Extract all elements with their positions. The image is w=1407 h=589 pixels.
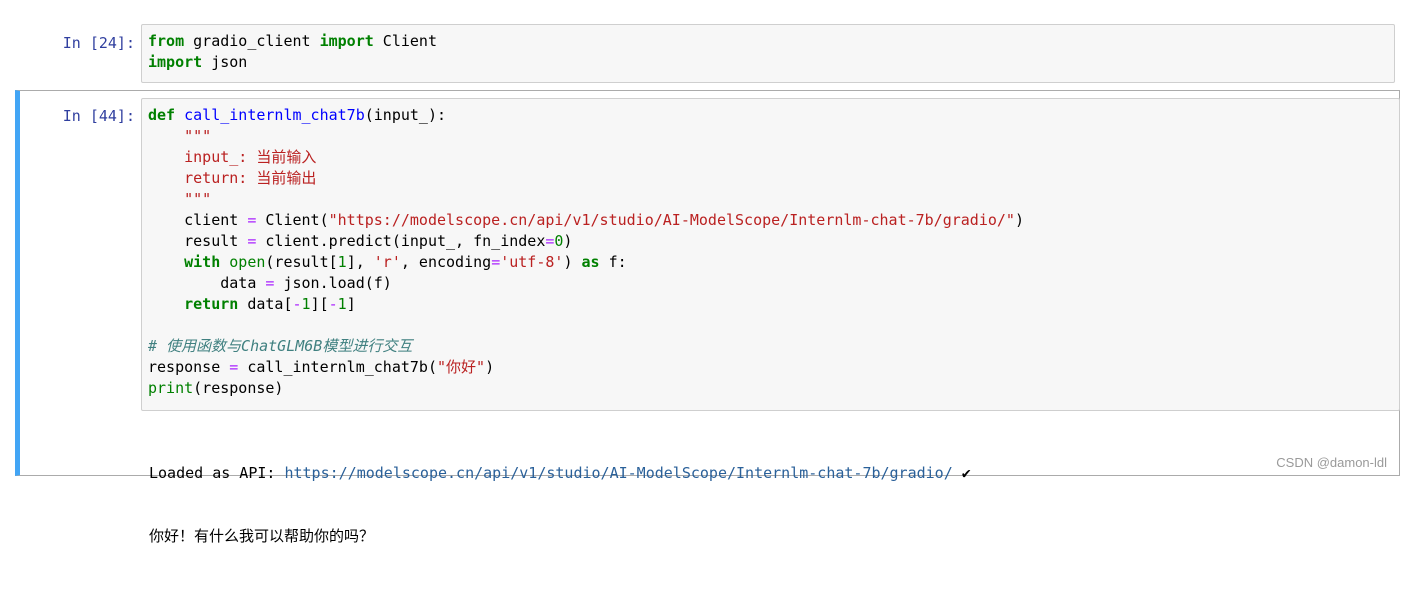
code-token: call_internlm_chat7b( (238, 358, 437, 376)
code-token: - (328, 295, 338, 313)
code-line: import json (148, 52, 1388, 73)
code-token: call_internlm_chat7b (184, 106, 365, 124)
code-token: open (229, 253, 266, 271)
code-token: as (581, 253, 600, 271)
code-token: """ (184, 190, 212, 208)
output-url[interactable]: https://modelscope.cn/api/v1/studio/AI-M… (284, 464, 952, 482)
code-token: ) (563, 232, 573, 250)
code-token: 'utf-8' (500, 253, 564, 271)
code-token: ], (346, 253, 374, 271)
code-line: client = Client("https://modelscope.cn/a… (148, 210, 1393, 231)
code-token: return: 当前输出 (184, 169, 317, 187)
code-token: (response) (193, 379, 284, 397)
code-token: data (148, 274, 266, 292)
code-token: 'r' (373, 253, 401, 271)
code-line: def call_internlm_chat7b(input_): (148, 105, 1393, 126)
code-token: , encoding (400, 253, 492, 271)
cell-output: Loaded as API: https://modelscope.cn/api… (149, 421, 971, 589)
code-token: Client( (256, 211, 329, 229)
code-cell-2[interactable]: In [44]: def call_internlm_chat7b(input_… (15, 90, 1400, 545)
code-line: response = call_internlm_chat7b("你好") (148, 357, 1393, 378)
code-token: """ (184, 127, 212, 145)
code-token: "https://modelscope.cn/api/v1/studio/AI-… (328, 211, 1015, 229)
code-token: 1 (301, 295, 311, 313)
code-token: def (148, 106, 176, 124)
code-token: Client (373, 32, 437, 50)
code-line: return data[-1][-1] (148, 294, 1393, 315)
cell-prompt: In [44]: (62, 107, 135, 125)
code-token: gradio_client (184, 32, 320, 50)
output-line-response: 你好！有什么我可以帮助你的吗？ (149, 527, 375, 545)
code-line: result = client.predict(input_, fn_index… (148, 231, 1393, 252)
code-line: from gradio_client import Client (148, 31, 1388, 52)
code-token: return (184, 295, 239, 313)
code-token: result (148, 232, 248, 250)
code-token: print (148, 379, 194, 397)
code-token: = (491, 253, 501, 271)
code-token: = (229, 358, 239, 376)
code-token: - (292, 295, 302, 313)
code-token: client.predict(input_, fn_index (256, 232, 546, 250)
code-token: 1 (337, 295, 347, 313)
code-editor[interactable]: def call_internlm_chat7b(input_): """ in… (141, 98, 1400, 411)
code-token: response (148, 358, 230, 376)
code-token: (input_): (364, 106, 447, 124)
code-token: json (202, 53, 248, 71)
code-token: ] (346, 295, 356, 313)
code-token: import (148, 53, 203, 71)
code-token: (result[ (265, 253, 338, 271)
code-token: input_: 当前输入 (184, 148, 317, 166)
code-token: with (184, 253, 221, 271)
code-token: from (148, 32, 185, 50)
code-token: json.load(f) (274, 274, 392, 292)
code-token: ) (1014, 211, 1024, 229)
code-token: client (148, 211, 248, 229)
code-token: 1 (337, 253, 347, 271)
code-token: import (319, 32, 374, 50)
code-line: input_: 当前输入 (148, 147, 1393, 168)
code-cell-1[interactable]: In [24]: from gradio_client import Clien… (15, 24, 1400, 84)
code-line: """ (148, 126, 1393, 147)
cell-prompt: In [24]: (62, 34, 135, 52)
watermark: CSDN @damon-ldl (1276, 455, 1387, 470)
code-line: # 使用函数与ChatGLM6B模型进行交互 (148, 336, 1393, 357)
code-line: return: 当前输出 (148, 168, 1393, 189)
code-token: "你好" (437, 358, 486, 376)
output-text: Loaded as API: (149, 464, 285, 482)
code-token: ][ (310, 295, 329, 313)
checkmark-icon: ✔ (952, 464, 971, 482)
code-editor[interactable]: from gradio_client import Client import j… (141, 24, 1395, 83)
code-line: print(response) (148, 378, 1393, 399)
code-line: """ (148, 189, 1393, 210)
code-token: data[ (238, 295, 293, 313)
code-line: data = json.load(f) (148, 273, 1393, 294)
code-token: ) (563, 253, 582, 271)
code-token: ) (485, 358, 495, 376)
code-line: with open(result[1], 'r', encoding='utf-… (148, 252, 1393, 273)
code-token: f: (599, 253, 627, 271)
code-token: # 使用函数与ChatGLM6B模型进行交互 (148, 337, 413, 355)
output-line-loaded: Loaded as API: https://modelscope.cn/api… (149, 463, 971, 484)
